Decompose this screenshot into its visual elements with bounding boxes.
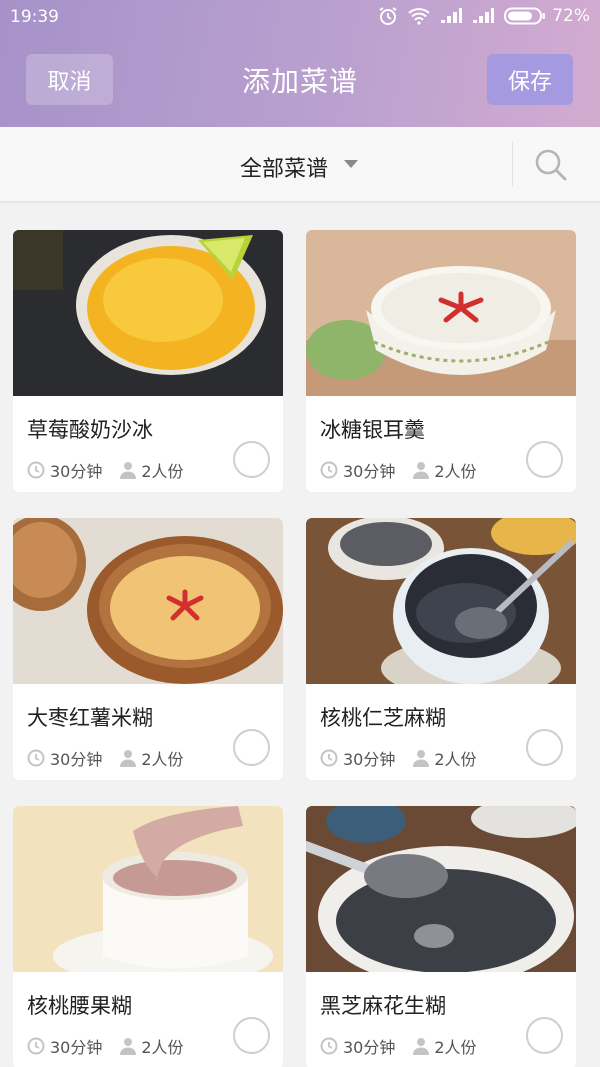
recipe-name: 草莓酸奶沙冰	[27, 418, 153, 442]
person-icon	[120, 1038, 137, 1055]
recipe-time: 30分钟	[50, 1038, 103, 1057]
select-radio[interactable]	[233, 441, 270, 478]
recipe-servings: 2人份	[141, 750, 184, 769]
recipe-meta: 30分钟 2人份	[320, 746, 477, 770]
clock-icon	[320, 749, 338, 767]
select-radio[interactable]	[233, 729, 270, 766]
recipe-photo-smoothie	[13, 230, 283, 396]
battery-percent: 72%	[552, 6, 590, 26]
select-radio[interactable]	[526, 729, 563, 766]
alarm-icon	[379, 7, 397, 25]
signal-icon	[441, 8, 463, 23]
recipe-time: 30分钟	[343, 462, 396, 481]
person-icon	[413, 750, 430, 767]
recipe-meta: 30分钟 2人份	[27, 1034, 184, 1058]
select-radio[interactable]	[233, 1017, 270, 1054]
clock-icon	[27, 749, 45, 767]
recipe-servings: 2人份	[434, 462, 477, 481]
person-icon	[413, 1038, 430, 1055]
recipe-meta: 30分钟 2人份	[320, 458, 477, 482]
select-radio[interactable]	[526, 441, 563, 478]
signal-icon	[473, 8, 495, 23]
wifi-icon	[408, 8, 430, 25]
save-button[interactable]: 保存	[487, 54, 573, 105]
clock-icon	[27, 1037, 45, 1055]
recipe-servings: 2人份	[434, 1038, 477, 1057]
recipe-card[interactable]: 核桃仁芝麻糊 30分钟 2人份	[306, 518, 576, 780]
filter-bar: 全部菜谱	[0, 127, 600, 203]
recipe-photo-walnut-cashew-paste	[13, 806, 283, 972]
status-bar: 19:39 72%	[0, 0, 600, 36]
recipe-card[interactable]: 核桃腰果糊 30分钟 2人份	[13, 806, 283, 1067]
recipe-card[interactable]: 冰糖银耳羹 30分钟 2人份	[306, 230, 576, 492]
recipe-servings: 2人份	[141, 1038, 184, 1057]
recipe-meta: 30分钟 2人份	[27, 458, 184, 482]
recipe-time: 30分钟	[50, 462, 103, 481]
recipe-servings: 2人份	[434, 750, 477, 769]
category-dropdown[interactable]: 全部菜谱	[240, 151, 328, 183]
recipe-time: 30分钟	[343, 1038, 396, 1057]
recipe-meta: 30分钟 2人份	[27, 746, 184, 770]
battery-icon	[504, 7, 546, 25]
recipe-photo-sweet-potato-porridge	[13, 518, 283, 684]
divider	[512, 141, 513, 187]
recipe-name: 冰糖银耳羹	[320, 418, 425, 442]
recipe-card[interactable]: 草莓酸奶沙冰 30分钟 2人份	[13, 230, 283, 492]
recipe-photo-sesame-peanut-paste	[306, 806, 576, 972]
app-header: 19:39 72% 取消 添加菜谱 保存	[0, 0, 600, 127]
clock-icon	[320, 1037, 338, 1055]
recipe-card[interactable]: 黑芝麻花生糊 30分钟 2人份	[306, 806, 576, 1067]
recipe-time: 30分钟	[50, 750, 103, 769]
caret-down-icon[interactable]	[344, 160, 358, 168]
clock-icon	[27, 461, 45, 479]
recipe-servings: 2人份	[141, 462, 184, 481]
status-time: 19:39	[10, 7, 59, 27]
recipe-card[interactable]: 大枣红薯米糊 30分钟 2人份	[13, 518, 283, 780]
recipe-name: 大枣红薯米糊	[27, 706, 153, 730]
person-icon	[120, 750, 137, 767]
recipe-name: 核桃仁芝麻糊	[320, 706, 446, 730]
recipe-time: 30分钟	[343, 750, 396, 769]
search-icon[interactable]	[533, 147, 569, 183]
person-icon	[120, 462, 137, 479]
recipe-name: 黑芝麻花生糊	[320, 994, 446, 1018]
battery: 72%	[504, 6, 590, 26]
recipe-meta: 30分钟 2人份	[320, 1034, 477, 1058]
recipe-photo-walnut-sesame-paste	[306, 518, 576, 684]
person-icon	[413, 462, 430, 479]
recipe-photo-tremella-soup	[306, 230, 576, 396]
status-icons: 72%	[378, 6, 590, 26]
select-radio[interactable]	[526, 1017, 563, 1054]
clock-icon	[320, 461, 338, 479]
recipe-name: 核桃腰果糊	[27, 994, 132, 1018]
